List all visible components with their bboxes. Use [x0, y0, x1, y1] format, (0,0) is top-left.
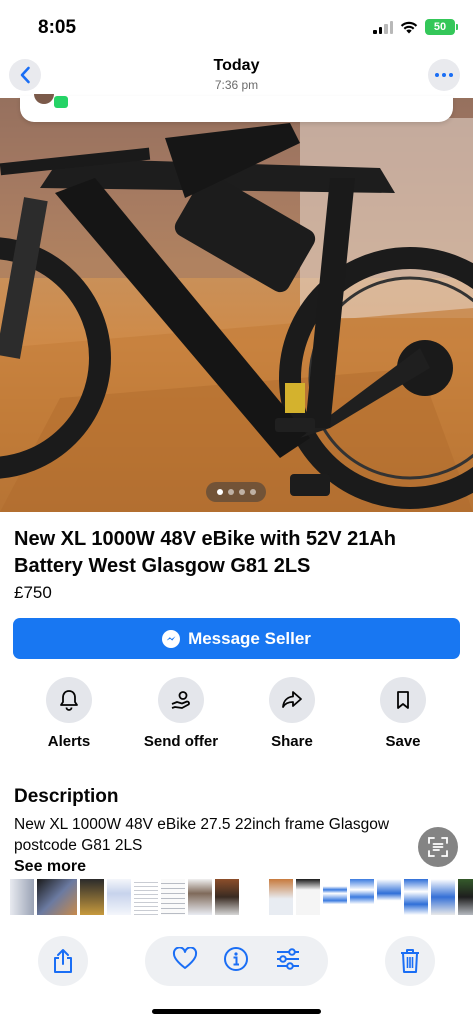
photo-thumbnail[interactable]	[323, 879, 347, 915]
listing-photo[interactable]	[0, 98, 473, 512]
see-more-link[interactable]: See more	[14, 858, 86, 876]
messenger-icon	[162, 629, 181, 648]
send-offer-button[interactable]: Send offer	[136, 677, 226, 750]
listing-title: New XL 1000W 48V eBike with 52V 21Ah Bat…	[14, 528, 397, 577]
cellular-signal-icon	[373, 20, 393, 34]
message-seller-label: Message Seller	[188, 628, 311, 648]
description-text: New XL 1000W 48V eBike 27.5 22inch frame…	[14, 816, 390, 854]
send-offer-label: Send offer	[143, 733, 219, 750]
photo-actions-pill	[145, 936, 328, 986]
action-row: Alerts Send offer Share Save	[0, 677, 473, 757]
more-options-button[interactable]	[428, 59, 460, 91]
home-indicator[interactable]	[152, 1009, 321, 1014]
listing-price: £750	[14, 583, 52, 602]
save-button[interactable]: Save	[358, 677, 448, 750]
photo-thumbnail[interactable]	[296, 879, 320, 915]
whatsapp-icon	[54, 96, 68, 108]
photo-header: Today 7:36 pm	[0, 52, 473, 98]
ebike-photo-illustration	[0, 98, 473, 512]
adjust-icon	[277, 947, 300, 970]
photo-thumbnail-strip[interactable]	[0, 879, 473, 915]
photo-thumbnail[interactable]	[161, 879, 185, 915]
delete-button[interactable]	[385, 936, 435, 986]
battery-icon: 50	[425, 19, 458, 35]
page-dot	[216, 489, 223, 495]
offer-icon	[158, 677, 204, 723]
photo-thumbnail[interactable]	[269, 879, 293, 915]
info-icon	[224, 946, 249, 971]
photo-thumbnail[interactable]	[431, 879, 455, 915]
alerts-label: Alerts	[47, 733, 91, 750]
photo-thumbnail[interactable]	[242, 879, 266, 915]
photo-thumbnail[interactable]	[215, 879, 239, 915]
photo-page-indicator[interactable]	[206, 482, 266, 502]
page-dot	[227, 489, 234, 495]
share-icon	[269, 677, 315, 723]
page-dot	[238, 489, 245, 495]
ellipsis-icon	[435, 73, 453, 77]
alerts-button[interactable]: Alerts	[24, 677, 114, 750]
photo-thumbnail[interactable]	[377, 879, 401, 915]
status-time: 8:05	[38, 17, 77, 38]
scrolled-card-edge	[20, 94, 453, 122]
share-toolbar-button[interactable]	[38, 936, 88, 986]
header-subtitle: 7:36 pm	[214, 78, 259, 92]
page-dot	[249, 489, 256, 495]
live-text-icon	[428, 837, 448, 857]
photo-thumbnail[interactable]	[188, 879, 212, 915]
share-button[interactable]: Share	[247, 677, 337, 750]
photo-thumbnail[interactable]	[10, 879, 34, 915]
favorite-button[interactable]	[172, 945, 198, 976]
avatar	[34, 94, 54, 104]
bookmark-icon	[380, 677, 426, 723]
trash-icon	[401, 949, 419, 973]
photo-thumbnail[interactable]	[458, 879, 473, 915]
adjust-button[interactable]	[275, 947, 301, 975]
photo-thumbnail[interactable]	[107, 879, 131, 915]
share-label: Share	[271, 733, 313, 750]
status-bar: 8:05 50	[0, 0, 473, 52]
photo-thumbnail[interactable]	[80, 879, 104, 915]
heart-icon	[172, 945, 197, 969]
photo-thumbnail[interactable]	[350, 879, 374, 915]
message-seller-button[interactable]: Message Seller	[13, 618, 460, 659]
strip-underlay	[0, 915, 473, 929]
bell-icon	[46, 677, 92, 723]
share-icon	[54, 949, 72, 973]
wifi-icon	[400, 21, 418, 33]
description-heading: Description	[14, 786, 119, 807]
save-label: Save	[385, 733, 421, 750]
photo-thumbnail[interactable]	[134, 879, 158, 915]
header-title: Today	[213, 57, 260, 74]
photo-thumbnail[interactable]	[404, 879, 428, 915]
photo-thumbnail-selected[interactable]	[37, 879, 77, 915]
status-icons: 50	[373, 19, 458, 35]
info-button[interactable]	[223, 946, 249, 977]
battery-level: 50	[433, 21, 447, 33]
live-text-button[interactable]	[418, 827, 458, 867]
